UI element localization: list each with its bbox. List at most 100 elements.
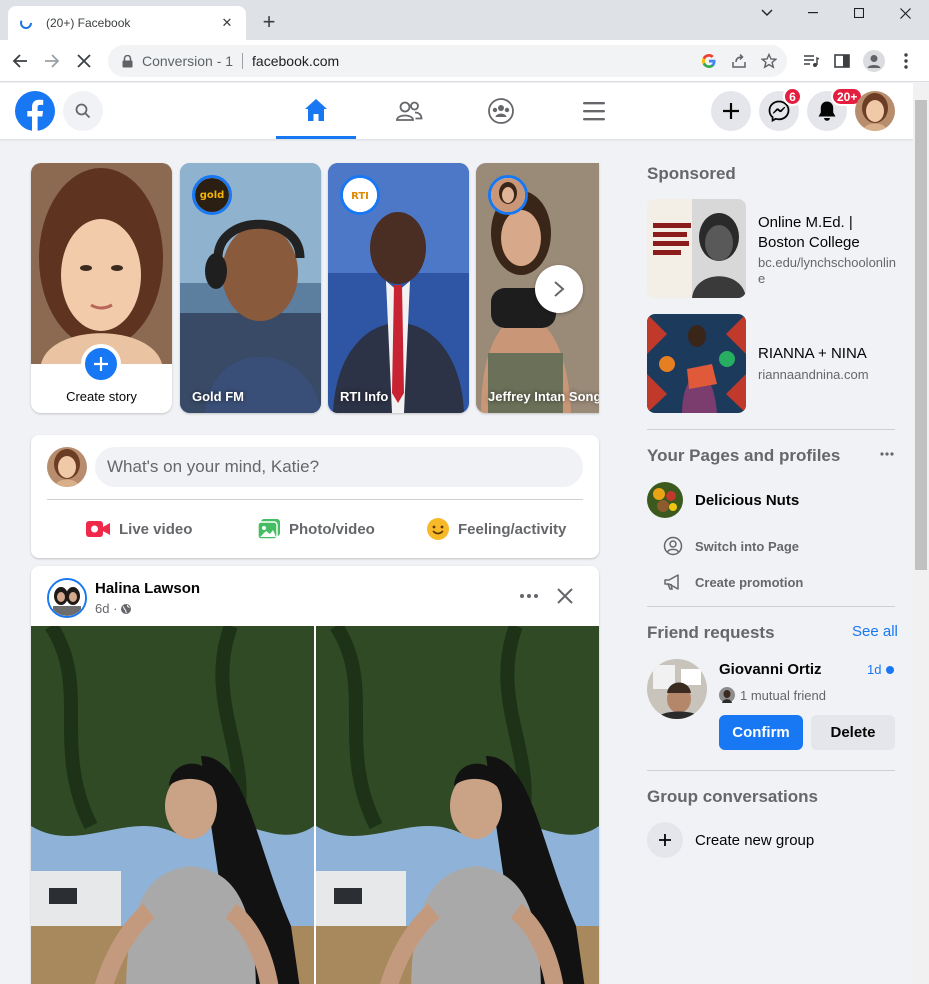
switch-profile-icon (663, 536, 683, 556)
page-scrollbar-thumb[interactable] (915, 100, 927, 570)
composer-avatar[interactable] (47, 447, 87, 487)
page-name[interactable]: Delicious Nuts (695, 492, 799, 509)
post-options-button[interactable] (513, 580, 545, 612)
media-list-icon (804, 55, 819, 67)
friend-request-name[interactable]: Giovanni Ortiz (719, 661, 822, 678)
switch-into-page-button[interactable]: Switch into Page (663, 536, 799, 556)
minimize-icon[interactable] (790, 0, 836, 26)
post-photo-left[interactable] (31, 626, 314, 984)
user-avatar-icon (855, 91, 895, 131)
ad-title[interactable]: Online M.Ed. | Boston College (758, 213, 898, 253)
hamburger-menu-icon (583, 102, 605, 121)
side-panel-button[interactable] (828, 47, 856, 75)
share-icon[interactable] (727, 49, 751, 73)
side-panel-icon (834, 54, 850, 68)
add-story-button[interactable] (81, 344, 121, 384)
pages-options-button[interactable] (877, 446, 897, 462)
sponsored-ad-boston-college[interactable]: Online M.Ed. | Boston College bc.edu/lyn… (647, 199, 897, 299)
unread-dot-icon (886, 665, 895, 674)
maximize-icon[interactable] (836, 0, 882, 26)
story-name: Gold FM (192, 389, 244, 404)
create-group-plus (647, 822, 683, 858)
tab-groups[interactable] (461, 83, 541, 139)
friend-request-time: 1d (867, 662, 895, 677)
create-story-card[interactable]: Create story (31, 163, 172, 413)
feeling-activity-button[interactable]: Feeling/activity (426, 511, 566, 547)
user-avatar-icon (49, 580, 85, 616)
photo-video-button[interactable]: Photo/video (257, 511, 375, 547)
forward-button[interactable] (38, 47, 66, 75)
ad-image[interactable] (647, 199, 746, 298)
url-text[interactable]: facebook.com (252, 53, 339, 69)
google-icon[interactable] (697, 49, 721, 73)
story-name: Jeffrey Intan Songs (488, 389, 599, 404)
ad-image[interactable] (647, 314, 746, 413)
sponsored-ad-rianna-nina[interactable]: RIANNA + NINA riannaandnina.com (647, 314, 897, 414)
post-author-avatar[interactable] (47, 578, 87, 618)
mutual-friends[interactable]: 1 mutual friend (719, 687, 826, 703)
post-photo-right[interactable] (316, 626, 599, 984)
window-close-icon[interactable] (882, 0, 928, 26)
ad-url: bc.edu/lynchschoolonline (758, 255, 897, 286)
story-avatar-jeffrey-intan (488, 175, 528, 215)
photo-video-label: Photo/video (289, 520, 375, 538)
new-tab-button[interactable]: + (258, 9, 280, 34)
feed-post: Halina Lawson 6d · (31, 566, 599, 984)
search-icon (75, 103, 91, 119)
lock-icon[interactable] (120, 54, 134, 68)
story-card-rti-info[interactable]: RTI RTI Info (328, 163, 469, 413)
profile-button[interactable] (860, 47, 888, 75)
tab-close-icon[interactable]: ✕ (218, 14, 236, 32)
svg-text:gold: gold (200, 190, 225, 201)
more-horizontal-icon (880, 452, 894, 456)
tab-search-icon[interactable] (744, 0, 790, 26)
post-author-name[interactable]: Halina Lawson (95, 580, 200, 597)
switch-into-page-label: Switch into Page (695, 538, 800, 554)
user-avatar-icon (47, 447, 87, 487)
hide-post-button[interactable] (549, 580, 581, 612)
kebab-menu-icon (904, 53, 908, 69)
tab-menu[interactable] (554, 83, 634, 139)
facebook-logo-icon[interactable] (15, 91, 55, 131)
browser-tab[interactable]: (20+) Facebook ✕ (8, 6, 246, 40)
plus-icon (94, 357, 108, 371)
tab-title: (20+) Facebook (46, 16, 131, 30)
smiley-icon (427, 518, 449, 540)
story-card-gold-fm[interactable]: gold Gold FM (180, 163, 321, 413)
live-video-icon (86, 521, 110, 537)
messenger-button[interactable]: 6 (759, 87, 802, 131)
ad-title[interactable]: RIANNA + NINA (758, 344, 867, 364)
sidebar-divider (647, 429, 895, 430)
messenger-badge: 6 (783, 87, 802, 106)
stories-next-button[interactable] (535, 265, 583, 313)
browser-menu-button[interactable] (892, 47, 920, 75)
address-bar[interactable]: Conversion - 1 facebook.com (108, 45, 787, 77)
tab-friends[interactable] (369, 83, 449, 139)
tab-home[interactable] (276, 83, 356, 139)
facebook-search-button[interactable] (63, 91, 103, 131)
back-button[interactable] (6, 47, 34, 75)
create-button[interactable] (711, 91, 751, 131)
browser-toolbar: Conversion - 1 facebook.com (0, 40, 929, 82)
plus-icon (723, 103, 739, 119)
see-all-link[interactable]: See all (852, 623, 898, 640)
forward-arrow-icon (45, 54, 60, 68)
back-arrow-icon (12, 54, 27, 68)
page-delicious-nuts[interactable]: Delicious Nuts (647, 482, 799, 518)
account-avatar[interactable] (855, 91, 895, 131)
create-promotion-button[interactable]: Create promotion (663, 572, 803, 592)
group-conversations-heading: Group conversations (647, 787, 818, 806)
reading-list-button[interactable] (797, 47, 825, 75)
post-meta: 6d · (95, 601, 132, 616)
stop-loading-button[interactable] (70, 47, 98, 75)
bookmark-star-icon[interactable] (757, 49, 781, 73)
confirm-friend-button[interactable]: Confirm (719, 715, 803, 750)
create-new-group-button[interactable]: Create new group (647, 822, 814, 858)
whats-on-your-mind-input[interactable]: What's on your mind, Katie? (95, 447, 583, 487)
post-time[interactable]: 6d · (95, 601, 117, 616)
notifications-button[interactable]: 20+ (807, 87, 864, 131)
delete-request-button[interactable]: Delete (811, 715, 895, 750)
mutual-friends-label: 1 mutual friend (740, 687, 826, 703)
live-video-button[interactable]: Live video (85, 511, 192, 547)
friend-request-avatar[interactable] (647, 659, 707, 719)
